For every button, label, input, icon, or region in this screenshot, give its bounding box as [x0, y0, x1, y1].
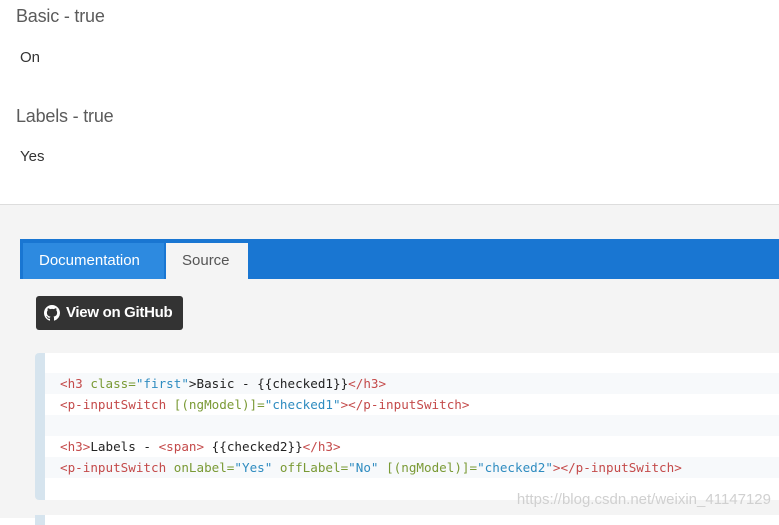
view-on-github-label: View on GitHub — [66, 304, 173, 321]
documentation-section: Documentation Source View on GitHub <h3 … — [0, 205, 779, 525]
view-on-github-button[interactable]: View on GitHub — [36, 296, 183, 330]
basic-switch-value[interactable]: On — [20, 49, 40, 66]
tab-panel-source: View on GitHub <h3 class="first">Basic -… — [20, 279, 779, 525]
code-line: <p-inputSwitch onLabel="Yes" offLabel="N… — [45, 457, 779, 478]
tab-source[interactable]: Source — [166, 243, 248, 279]
source-code-block: <h3 class="first">Basic - {{checked1}}</… — [35, 353, 779, 500]
tab-documentation[interactable]: Documentation — [23, 243, 164, 279]
github-icon — [44, 305, 60, 321]
tab-bar: Documentation Source — [20, 239, 779, 279]
watermark: https://blog.csdn.net/weixin_41147129 — [516, 491, 771, 508]
labels-switch-value[interactable]: Yes — [20, 148, 44, 165]
code-line — [45, 415, 779, 436]
basic-heading: Basic - true — [16, 6, 105, 26]
labels-heading: Labels - true — [16, 106, 114, 126]
demo-section: Basic - true On Labels - true Yes — [0, 0, 779, 205]
code-line: <h3 class="first">Basic - {{checked1}}</… — [45, 373, 779, 394]
source-code-block-2 — [35, 515, 779, 525]
code-line: <h3>Labels - <span> {{checked2}}</h3> — [60, 439, 341, 454]
code-line: <p-inputSwitch [(ngModel)]="checked1"></… — [60, 397, 470, 412]
